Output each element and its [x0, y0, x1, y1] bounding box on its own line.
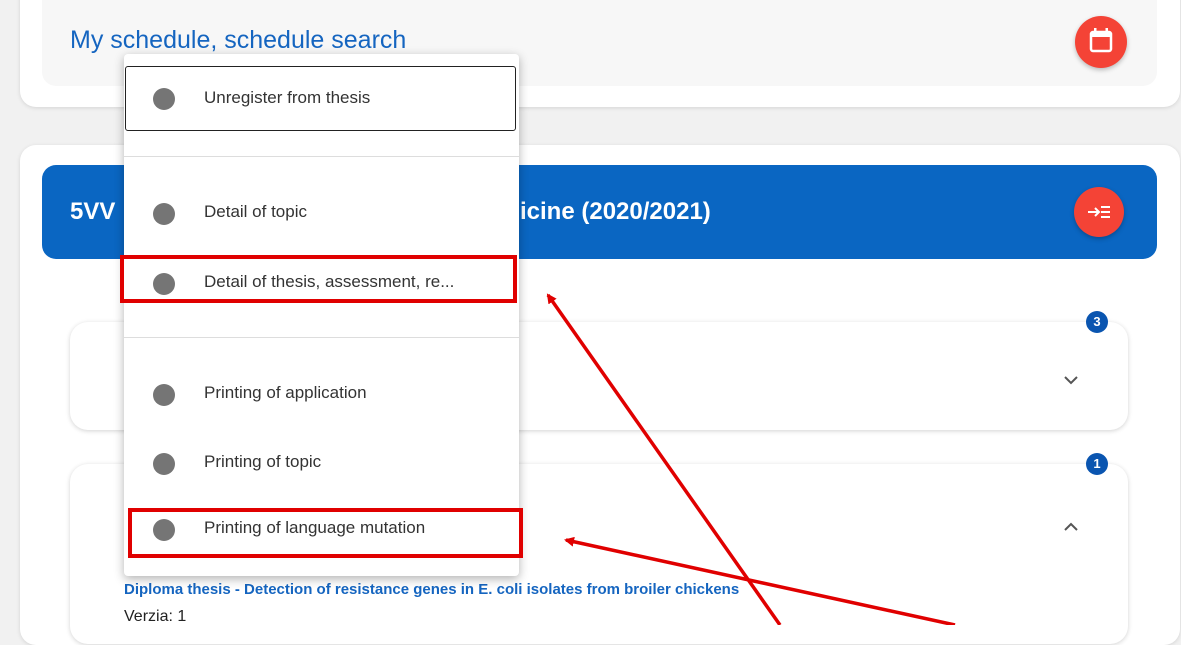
annotation-arrows [546, 293, 956, 625]
annotation-arrow [564, 536, 956, 625]
annotation-arrow [546, 293, 782, 625]
